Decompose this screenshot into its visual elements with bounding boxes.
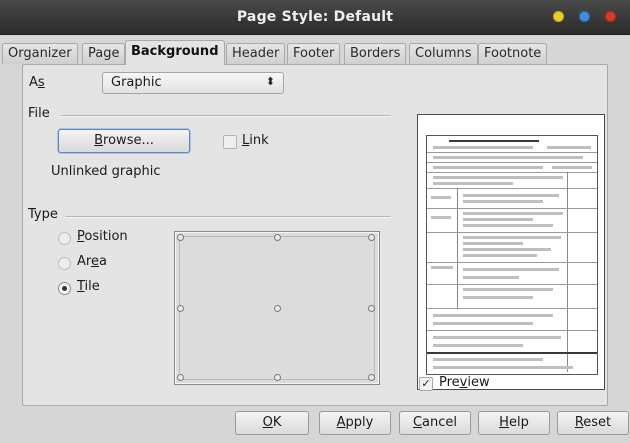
maximize-button[interactable] [579,11,590,22]
as-select[interactable]: Graphic ⬍ [102,72,284,94]
position-label: Position [77,229,128,244]
tab-header[interactable]: Header [226,43,286,64]
checkmark-icon: ✓ [421,377,431,390]
cancel-button[interactable]: Cancel [399,411,471,435]
file-section-title: File [28,106,50,121]
apply-button[interactable]: Apply [319,411,391,435]
tile-label: Tile [77,279,100,294]
position-grid [174,231,380,385]
preview-label: Preview [439,375,490,390]
preview-checkbox[interactable]: ✓ [419,377,433,391]
position-radio[interactable] [58,232,71,245]
position-point-center[interactable] [274,305,281,312]
window-title: Page Style: Default [236,9,394,25]
ok-button[interactable]: OK [235,411,309,435]
position-point-top-right[interactable] [368,234,375,241]
position-point-middle-right[interactable] [368,305,375,312]
position-point-top-left[interactable] [177,234,184,241]
position-point-bottom-left[interactable] [177,374,184,381]
as-select-value: Graphic [111,75,162,90]
position-point-bottom-right[interactable] [368,374,375,381]
spinner-arrows-icon: ⬍ [265,75,275,88]
tab-organizer[interactable]: Organizer [2,43,78,64]
tab-footer[interactable]: Footer [287,43,341,64]
title-bar: Page Style: Default [0,0,630,35]
tab-columns[interactable]: Columns [409,43,478,64]
browse-button[interactable]: Browse... [58,129,190,153]
tab-footnote[interactable]: Footnote [478,43,548,64]
reset-button[interactable]: Reset [557,411,629,435]
position-point-bottom-center[interactable] [274,374,281,381]
minimize-button[interactable] [553,11,564,22]
background-panel: As Graphic ⬍ File Browse... Link Unlinke… [22,64,608,406]
tiled-document-image [426,135,598,375]
position-point-top-center[interactable] [274,234,281,241]
as-label: As [29,75,45,90]
tab-page[interactable]: Page [82,43,126,64]
file-section-divider [61,115,391,116]
tile-radio[interactable] [58,282,71,295]
type-section-title: Type [28,207,58,222]
type-section-divider [65,216,391,217]
area-radio[interactable] [58,257,71,270]
area-label: Area [77,254,107,269]
tab-background[interactable]: Background [125,40,225,65]
unlinked-graphic-status: Unlinked graphic [51,164,161,179]
link-label: Link [242,133,269,148]
close-button[interactable] [605,11,616,22]
link-checkbox[interactable] [223,135,237,149]
tab-borders[interactable]: Borders [344,43,407,64]
preview-area [417,114,605,390]
position-point-middle-left[interactable] [177,305,184,312]
help-button[interactable]: Help [478,411,550,435]
